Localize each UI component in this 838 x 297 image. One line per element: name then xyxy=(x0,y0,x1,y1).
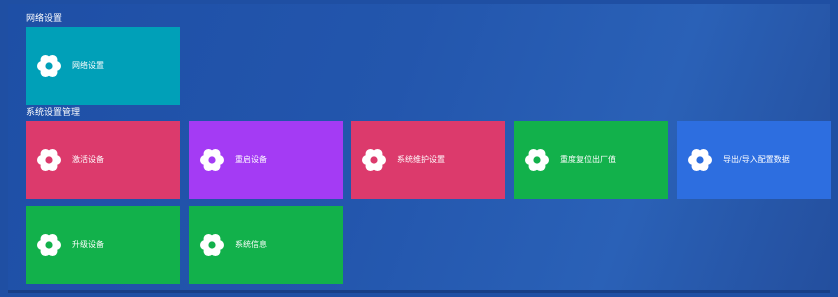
tile-label: 系统信息 xyxy=(235,240,267,249)
section-title-system: 系统设置管理 xyxy=(26,108,81,118)
gear-icon xyxy=(524,147,550,173)
gear-icon xyxy=(36,147,62,173)
gear-icon xyxy=(199,147,225,173)
tile-system-maintenance[interactable]: 系统维护设置 xyxy=(351,121,505,199)
tile-activate-device[interactable]: 激活设备 xyxy=(26,121,180,199)
tile-label: 网络设置 xyxy=(72,61,104,70)
gear-icon xyxy=(36,232,62,258)
tile-label: 重度复位出厂值 xyxy=(560,155,616,164)
gear-icon xyxy=(687,147,713,173)
tile-label: 激活设备 xyxy=(72,155,104,164)
tile-restart-device[interactable]: 重启设备 xyxy=(189,121,343,199)
tile-export-import-config[interactable]: 导出/导入配置数据 xyxy=(677,121,831,199)
tile-label: 系统维护设置 xyxy=(397,155,445,164)
gear-icon xyxy=(361,147,387,173)
tile-network-settings[interactable]: 网络设置 xyxy=(26,27,180,105)
gear-icon xyxy=(199,232,225,258)
gear-icon xyxy=(36,53,62,79)
tile-system-info[interactable]: 系统信息 xyxy=(189,206,343,284)
tile-label: 导出/导入配置数据 xyxy=(723,155,790,164)
section-title-network: 网络设置 xyxy=(26,14,63,24)
tile-label: 升级设备 xyxy=(72,240,104,249)
settings-panel: 网络设置 网络设置 系统设置管理 激活设备 重启设备 系统维护设置 重度复位出厂… xyxy=(8,4,831,293)
tile-label: 重启设备 xyxy=(235,155,267,164)
tile-factory-reset[interactable]: 重度复位出厂值 xyxy=(514,121,668,199)
tile-upgrade-device[interactable]: 升级设备 xyxy=(26,206,180,284)
